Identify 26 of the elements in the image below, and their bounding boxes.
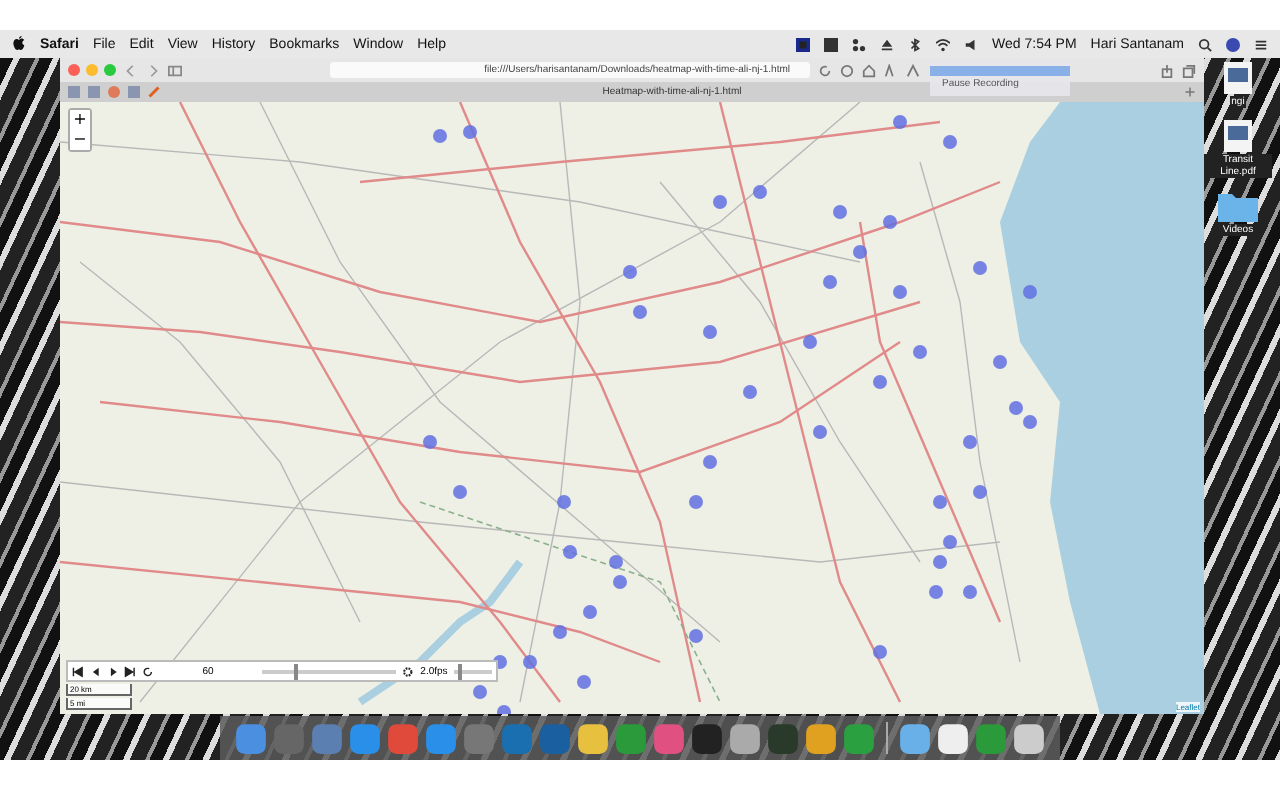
file-icon[interactable] [1218, 62, 1258, 94]
file-icon[interactable] [1218, 120, 1258, 152]
square-icon[interactable] [824, 37, 839, 51]
sidebar-icon[interactable] [168, 63, 182, 77]
step-back-icon[interactable] [89, 665, 102, 677]
close-button[interactable] [68, 64, 80, 76]
tabs-icon[interactable] [1182, 63, 1196, 77]
share-icon[interactable] [1160, 63, 1174, 77]
plus-icon[interactable] [1184, 86, 1196, 98]
skip-back-icon[interactable] [72, 665, 84, 677]
zoom-in-button[interactable]: + [70, 110, 90, 130]
apple-icon[interactable] [12, 36, 26, 52]
speaker-icon[interactable] [964, 37, 979, 51]
search-icon[interactable] [1198, 37, 1212, 51]
play-icon[interactable] [107, 665, 119, 677]
eject-icon[interactable] [880, 37, 895, 51]
bluetooth-icon[interactable] [908, 37, 923, 51]
reload-icon[interactable] [818, 63, 832, 77]
back-icon[interactable] [124, 63, 138, 77]
list-icon[interactable] [1254, 37, 1268, 51]
home-icon[interactable] [862, 63, 876, 77]
wifi-icon[interactable] [936, 37, 951, 51]
forward-icon[interactable] [146, 63, 160, 77]
circle-icon[interactable] [840, 63, 854, 77]
skip-forward-icon[interactable] [124, 665, 137, 677]
loop-icon[interactable] [142, 665, 154, 677]
